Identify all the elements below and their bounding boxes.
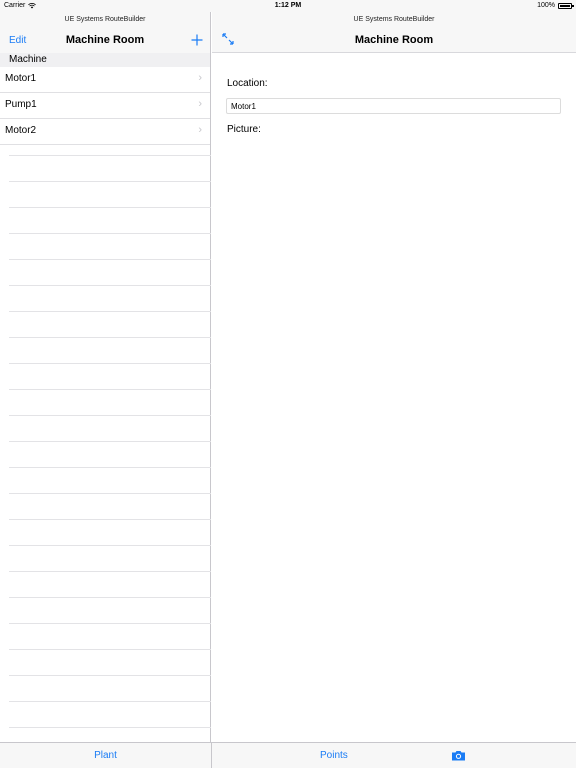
- list-item-label: Pump1: [5, 99, 37, 110]
- detail-title: Machine Room: [354, 34, 434, 46]
- list-item-label: Motor2: [5, 125, 37, 136]
- detail-navbar: UE Systems RouteBuilder Machine Room: [212, 12, 576, 53]
- master-title: Machine Room: [65, 34, 145, 46]
- list-item[interactable]: Pump1 ›: [0, 93, 210, 119]
- master-navbar: UE Systems RouteBuilder Edit Machine Roo…: [0, 12, 210, 53]
- picture-label: Picture:: [227, 124, 261, 135]
- detail-pane: UE Systems RouteBuilder Machine Room Loc…: [212, 12, 576, 742]
- battery-icon: [558, 2, 574, 9]
- detail-app-title: UE Systems RouteBuilder: [353, 16, 435, 23]
- location-field[interactable]: [226, 98, 561, 114]
- tab-bar: Plant Points: [0, 742, 576, 768]
- empty-list-separators: [9, 155, 211, 755]
- chevron-right-icon: ›: [198, 124, 202, 136]
- machine-list: Motor1 › Pump1 › Motor2 ›: [0, 67, 210, 145]
- status-time: 1:12 PM: [274, 2, 302, 9]
- chevron-right-icon: ›: [198, 98, 202, 110]
- battery-percent: 100%: [537, 2, 555, 9]
- tab-points[interactable]: Points: [320, 750, 348, 761]
- plus-icon[interactable]: [191, 34, 203, 46]
- tab-divider: [211, 743, 212, 768]
- status-bar: Carrier 1:12 PM 100%: [0, 0, 576, 12]
- master-app-title: UE Systems RouteBuilder: [64, 16, 146, 23]
- tab-plant[interactable]: Plant: [0, 750, 211, 761]
- list-item-label: Motor1: [5, 73, 37, 84]
- list-item[interactable]: Motor2 ›: [0, 119, 210, 145]
- location-label: Location:: [227, 78, 268, 89]
- status-right: 100%: [537, 2, 574, 9]
- list-item[interactable]: Motor1 ›: [0, 67, 210, 93]
- section-header: Machine: [0, 53, 210, 67]
- master-pane: UE Systems RouteBuilder Edit Machine Roo…: [0, 12, 211, 768]
- camera-icon[interactable]: [451, 750, 466, 761]
- chevron-right-icon: ›: [198, 72, 202, 84]
